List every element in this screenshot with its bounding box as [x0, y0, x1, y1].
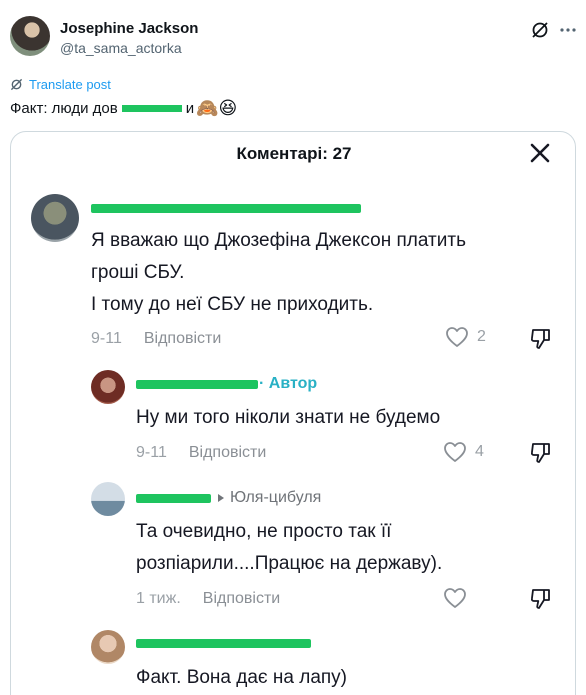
comment-meta: 1 тиж. Відповісти: [136, 590, 280, 608]
comment-text: Я вважаю що Джозефіна Джексон платить гр…: [91, 230, 466, 315]
post-emojis: 🙈😆: [196, 98, 238, 118]
author-avatar[interactable]: [10, 16, 50, 56]
redaction-bar: [121, 104, 182, 112]
redaction-bar: [91, 204, 361, 213]
play-arrow-icon: [218, 494, 224, 502]
author-handle[interactable]: @ta_sama_actorka: [60, 40, 182, 56]
commenter-avatar: [91, 370, 125, 404]
redaction-bar: [136, 380, 258, 389]
heart-icon: [444, 588, 466, 608]
like-button[interactable]: 2: [445, 326, 486, 348]
translate-icon: [10, 78, 23, 91]
grok-icon[interactable]: [530, 20, 550, 40]
like-button[interactable]: 4: [443, 441, 484, 463]
author-badge: · Автор: [259, 375, 318, 392]
like-button[interactable]: [443, 587, 467, 609]
dislike-icon[interactable]: [529, 327, 553, 351]
translate-label: Translate post: [29, 77, 111, 92]
commenter-avatar: [91, 630, 125, 664]
redaction-bar: [136, 494, 211, 503]
dislike-icon[interactable]: [529, 441, 553, 465]
reply-button[interactable]: Відповісти: [144, 330, 221, 348]
comments-title: Коментарі: 27: [236, 144, 352, 163]
like-count: 2: [477, 328, 486, 345]
author-name[interactable]: Josephine Jackson: [60, 20, 198, 37]
embedded-screenshot[interactable]: Коментарі: 27 Я вважаю що Джозефіна Джек…: [10, 131, 576, 695]
comment-date: 9-11: [136, 444, 167, 461]
reply-to-name: Юля-цибуля: [230, 489, 322, 506]
reply-to-label: Юля-цибуля: [217, 489, 321, 507]
like-count: 4: [475, 443, 484, 460]
heart-icon: [444, 442, 466, 462]
more-options-icon[interactable]: [558, 20, 578, 40]
post-text: Факт: люди дов и 🙈😆: [10, 99, 237, 117]
commenter-avatar: [91, 482, 125, 516]
dislike-icon[interactable]: [529, 587, 553, 611]
post-text-end: и: [185, 99, 195, 117]
redaction-bar: [136, 639, 311, 648]
comment-date: 1 тиж.: [136, 590, 181, 607]
comment-text: Та очевидно, не просто так її розпіарили…: [136, 521, 443, 574]
post-text-start: Факт: люди дов: [10, 99, 118, 117]
close-icon: [530, 143, 550, 163]
translate-post-link[interactable]: Translate post: [10, 77, 111, 92]
comment-text: Ну ми того ніколи знати не будемо: [136, 407, 441, 428]
comment-meta: 9-11 Відповісти: [91, 330, 221, 348]
comment-meta: 9-11 Відповісти: [136, 444, 266, 462]
commenter-avatar: [31, 194, 79, 242]
reply-button[interactable]: Відповісти: [203, 590, 280, 608]
comment-date: 9-11: [91, 330, 122, 347]
heart-icon: [446, 327, 468, 347]
reply-button[interactable]: Відповісти: [189, 444, 266, 462]
comment-text: Факт. Вона дає на лапу): [136, 667, 348, 688]
